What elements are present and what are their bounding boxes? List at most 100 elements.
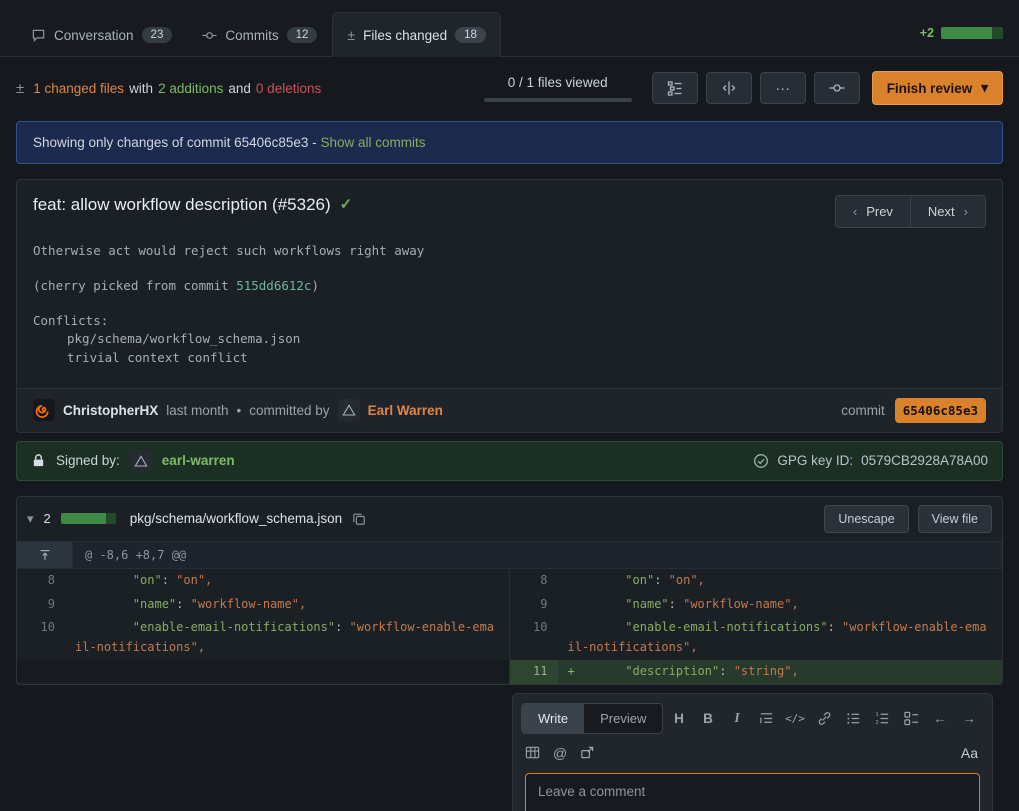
old-line-number[interactable]: 9 <box>17 593 65 617</box>
commit-label: commit <box>841 403 885 418</box>
files-viewed-progressbar <box>484 98 632 102</box>
diffstat-additions: +2 <box>920 26 934 40</box>
tab-files-changed[interactable]: ± Files changed 18 <box>332 12 501 57</box>
unordered-list-button[interactable] <box>840 706 866 730</box>
old-line-number[interactable]: 8 <box>17 569 65 593</box>
text-size-button[interactable]: Aa <box>961 745 978 761</box>
new-line-number[interactable]: 9 <box>510 593 558 617</box>
signer-avatar[interactable] <box>130 450 152 472</box>
diff-view-style-button[interactable] <box>706 72 752 104</box>
expand-hunk-button[interactable] <box>17 542 73 568</box>
committer-avatar[interactable] <box>338 399 360 421</box>
chevron-left-icon: ‹ <box>853 204 857 219</box>
diff-file-panel: ▾ 2 pkg/schema/workflow_schema.json Unes… <box>16 496 1003 685</box>
finish-review-button[interactable]: Finish review ▾ <box>872 71 1003 105</box>
table-icon <box>525 745 540 760</box>
commit-sha-block: commit 65406c85e3 <box>841 398 986 423</box>
summary-additions: 2 additions <box>158 81 223 96</box>
editor-toolbar-secondary: @ Aa <box>513 734 992 763</box>
commit-select-button[interactable] <box>814 72 860 104</box>
link-icon <box>817 711 832 726</box>
undo-button[interactable]: ← <box>927 706 953 730</box>
tab-label: Commits <box>225 28 278 43</box>
new-line-code[interactable]: "enable-email-notifications": "workflow-… <box>558 616 1003 660</box>
signed-by-label: Signed by: <box>56 453 120 468</box>
quote-button[interactable] <box>753 706 779 730</box>
diff-summary: ± 1 changed files with 2 additions and 0… <box>16 80 321 97</box>
view-file-button[interactable]: View file <box>918 505 992 533</box>
svg-text:2: 2 <box>875 720 878 726</box>
formatting-buttons: H B I </> 12 ← → <box>666 706 982 730</box>
committed-by-label: committed by <box>249 403 329 418</box>
author-avatar[interactable] <box>33 399 55 421</box>
italic-button[interactable]: I <box>724 706 750 730</box>
diff-line: 8 "on": "on", <box>510 569 1003 593</box>
tab-write[interactable]: Write <box>522 704 584 733</box>
new-line-code[interactable]: + "description": "string", <box>558 660 1003 684</box>
old-line-code[interactable]: "name": "workflow-name", <box>65 593 509 617</box>
new-line-code[interactable]: "on": "on", <box>558 569 1003 593</box>
conflicts-note: trivial context conflict <box>33 349 986 368</box>
commit-status-check-icon[interactable]: ✓ <box>340 195 353 213</box>
mention-button[interactable]: @ <box>553 745 567 761</box>
old-line-code[interactable]: "enable-email-notifications": "workflow-… <box>65 616 509 660</box>
commit-time: last month <box>166 403 228 418</box>
comment-input[interactable] <box>525 773 980 811</box>
task-list-icon <box>904 711 919 726</box>
tab-count-badge: 12 <box>287 27 318 43</box>
chevron-right-icon: › <box>964 204 968 219</box>
collapse-file-icon[interactable]: ▾ <box>27 511 34 527</box>
tab-commits[interactable]: Commits 12 <box>187 12 332 57</box>
triangle-avatar-icon <box>133 453 149 469</box>
unfold-icon <box>38 548 52 562</box>
changed-files-link[interactable]: 1 changed files <box>33 81 124 96</box>
commit-header: feat: allow workflow description (#5326)… <box>17 180 1002 232</box>
tab-preview[interactable]: Preview <box>584 704 662 733</box>
cherry-pick-sha-link[interactable]: 515dd6612c <box>236 278 311 293</box>
new-line-code[interactable]: "name": "workflow-name", <box>558 593 1003 617</box>
file-diffstat-bar <box>61 513 116 524</box>
pr-diffstat: +2 <box>920 26 1003 40</box>
file-tree-toggle-button[interactable] <box>652 72 698 104</box>
new-line-number[interactable]: 8 <box>510 569 558 593</box>
summary-deletions: 0 deletions <box>256 81 321 96</box>
reference-button[interactable] <box>580 745 595 760</box>
code-button[interactable]: </> <box>782 706 808 730</box>
table-button[interactable] <box>525 745 540 760</box>
diff-line: 8 "on": "on", <box>17 569 509 593</box>
unescape-button[interactable]: Unescape <box>824 505 908 533</box>
task-list-button[interactable] <box>898 706 924 730</box>
summary-and: and <box>228 81 251 96</box>
tab-conversation[interactable]: Conversation 23 <box>16 12 187 57</box>
lock-icon <box>31 453 46 468</box>
file-tree-icon <box>667 80 683 96</box>
heading-button[interactable]: H <box>666 706 692 730</box>
bold-button[interactable]: B <box>695 706 721 730</box>
files-viewed-text: 0 / 1 files viewed <box>508 75 608 90</box>
next-commit-button[interactable]: Next › <box>911 195 986 228</box>
old-line-number[interactable]: 10 <box>17 616 65 660</box>
redo-button[interactable]: → <box>956 706 982 730</box>
unordered-list-icon <box>846 711 861 726</box>
diff-options-button[interactable]: ··· <box>760 72 806 104</box>
new-line-number[interactable]: 11 <box>510 660 558 684</box>
old-line-code[interactable]: "on": "on", <box>65 569 509 593</box>
cross-reference-icon <box>580 745 595 760</box>
new-line-number[interactable]: 10 <box>510 616 558 660</box>
pr-tab-bar: Conversation 23 Commits 12 ± Files chang… <box>0 0 1019 57</box>
commit-sha-badge[interactable]: 65406c85e3 <box>895 398 986 423</box>
copy-filename-icon[interactable] <box>352 512 366 526</box>
gpg-key-block: GPG key ID: 0579CB2928A78A00 <box>753 453 988 469</box>
link-button[interactable] <box>811 706 837 730</box>
show-all-commits-link[interactable]: Show all commits <box>320 135 425 150</box>
author-name[interactable]: ChristopherHX <box>63 403 158 418</box>
committer-name[interactable]: Earl Warren <box>368 403 443 418</box>
diff-filename[interactable]: pkg/schema/workflow_schema.json <box>130 511 342 526</box>
file-diff-icon: ± <box>16 80 24 97</box>
ordered-list-button[interactable]: 12 <box>869 706 895 730</box>
prev-commit-button[interactable]: ‹ Prev <box>835 195 911 228</box>
signer-name[interactable]: earl-warren <box>162 453 235 468</box>
conflicts-header: Conflicts: <box>33 312 986 331</box>
diff-line: 9 "name": "workflow-name", <box>17 593 509 617</box>
tab-label: Files changed <box>363 28 447 43</box>
